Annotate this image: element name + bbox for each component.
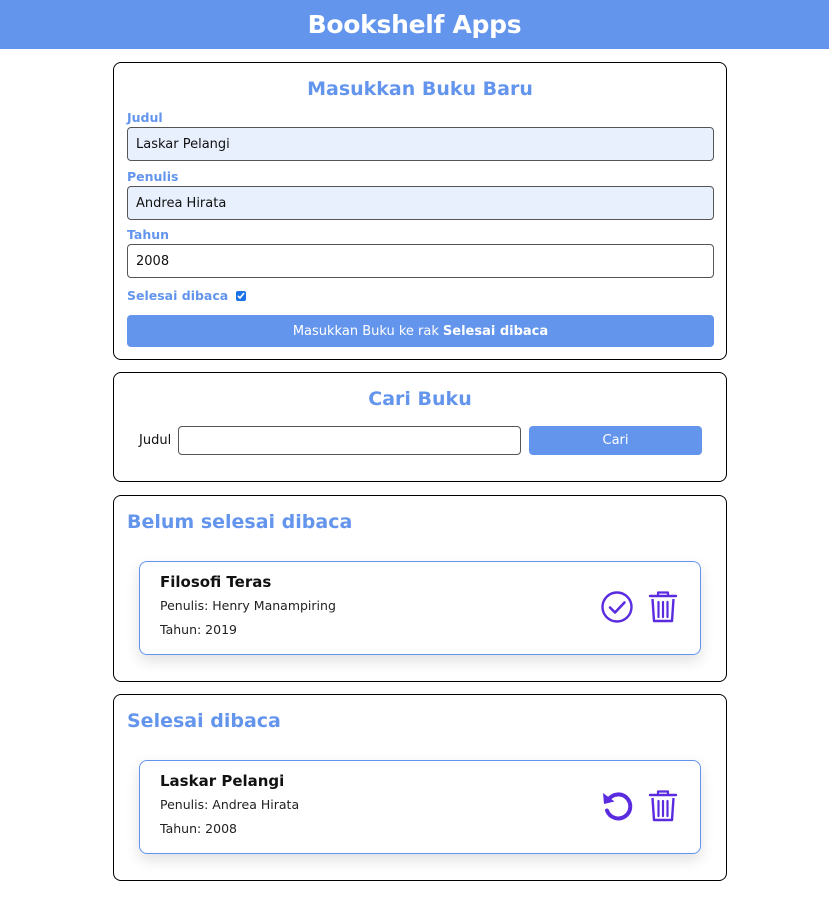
author-field-label: Penulis: [127, 169, 179, 184]
complete-checkbox[interactable]: [236, 290, 247, 301]
year-field[interactable]: [127, 244, 714, 278]
trash-icon[interactable]: [646, 789, 680, 823]
app-header: Bookshelf Apps: [0, 0, 829, 49]
app-title: Bookshelf Apps: [307, 10, 522, 39]
book-actions: [600, 590, 680, 624]
search-title: Cari Buku: [368, 388, 472, 410]
book-author: Penulis: Andrea Hirata: [160, 797, 300, 812]
year-field-label: Tahun: [127, 227, 170, 242]
search-section: Cari Buku Judul Cari: [113, 372, 727, 482]
author-field[interactable]: [127, 186, 714, 220]
book-card: Filosofi Teras Penulis: Henry Manampirin…: [139, 561, 701, 655]
complete-checkbox-label: Selesai dibaca: [127, 288, 229, 303]
unread-shelf-title: Belum selesai dibaca: [127, 511, 353, 533]
complete-checkbox-row: Selesai dibaca: [127, 288, 247, 303]
search-label: Judul: [139, 433, 172, 448]
title-field[interactable]: [127, 127, 714, 161]
undo-icon[interactable]: [600, 789, 634, 823]
book-card: Laskar Pelangi Penulis: Andrea Hirata Ta…: [139, 760, 701, 854]
read-shelf: Selesai dibaca Laskar Pelangi Penulis: A…: [113, 694, 727, 881]
book-author: Penulis: Henry Manampiring: [160, 598, 336, 613]
trash-icon[interactable]: [646, 590, 680, 624]
read-shelf-title: Selesai dibaca: [127, 710, 281, 732]
title-field-label: Judul: [127, 110, 163, 125]
book-year: Tahun: 2008: [160, 821, 237, 836]
submit-book-button[interactable]: Masukkan Buku ke rak Selesai dibaca: [127, 315, 714, 347]
search-button[interactable]: Cari: [529, 426, 702, 455]
unread-shelf: Belum selesai dibaca Filosofi Teras Penu…: [113, 495, 727, 682]
book-title: Filosofi Teras: [160, 573, 272, 591]
book-year: Tahun: 2019: [160, 622, 237, 637]
search-input[interactable]: [178, 426, 521, 455]
submit-button-shelf: Selesai dibaca: [442, 323, 549, 339]
add-book-title: Masukkan Buku Baru: [307, 78, 533, 100]
check-circle-icon[interactable]: [600, 590, 634, 624]
book-title: Laskar Pelangi: [160, 772, 285, 790]
add-book-section: Masukkan Buku Baru Judul Penulis Tahun S…: [113, 62, 727, 360]
submit-button-prefix: Masukkan Buku ke rak: [292, 323, 439, 339]
book-actions: [600, 789, 680, 823]
